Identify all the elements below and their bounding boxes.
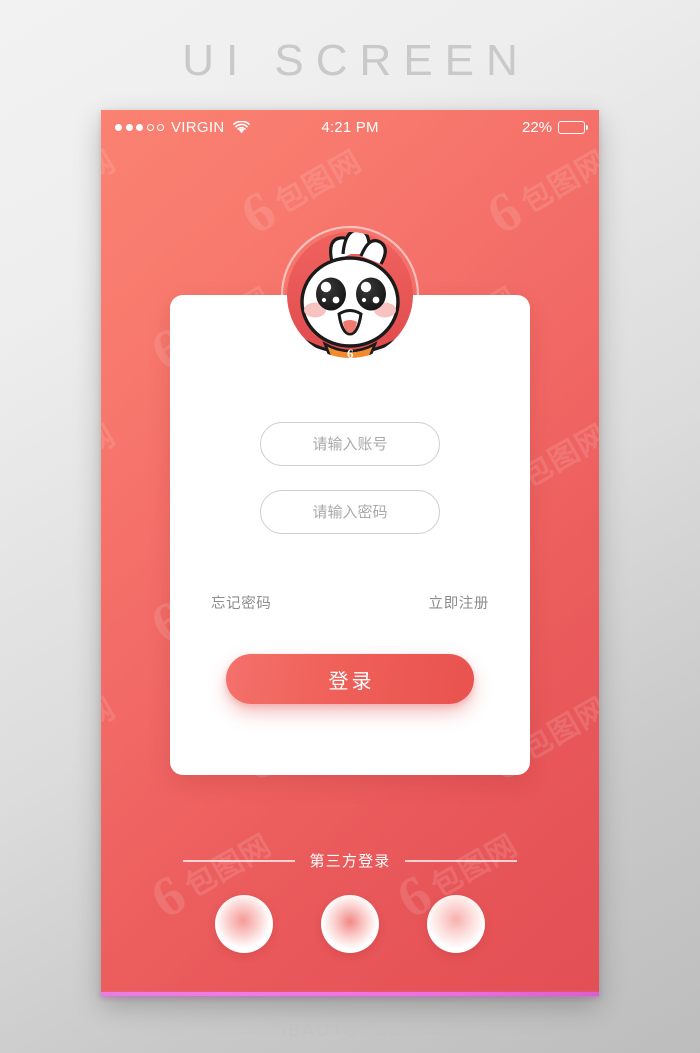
phone-screen: 6包图网6包图网6包图网6包图网6包图网6包图网6包图网6包图网6包图网6包图网… — [101, 110, 599, 996]
register-now-link[interactable]: 立即注册 — [429, 592, 489, 613]
status-bar-right: 22% — [379, 118, 589, 136]
phone-bottom-accent-line — [101, 992, 599, 996]
forgot-password-link[interactable]: 忘记密码 — [211, 592, 271, 613]
login-fields — [170, 422, 530, 558]
status-bar-left: VIRGIN — [115, 119, 321, 136]
account-field[interactable] — [260, 422, 440, 466]
login-button[interactable]: 登录 — [226, 654, 474, 704]
third-party-label: 第三方登录 — [309, 853, 391, 870]
social-login-icon-3[interactable] — [427, 895, 485, 953]
status-bar-clock: 4:21 PM — [321, 118, 379, 136]
site-footer: IBAOTU. COM — [281, 1021, 422, 1040]
social-login-icon-1[interactable] — [215, 895, 273, 953]
divider-line-right — [404, 859, 517, 862]
social-login-buttons — [101, 895, 599, 953]
wifi-icon — [233, 119, 251, 134]
account-input[interactable] — [261, 423, 439, 465]
page-title: UI SCREEN — [182, 36, 530, 85]
svg-text:6: 6 — [347, 346, 354, 361]
signal-strength-icon — [115, 123, 164, 131]
password-input[interactable] — [261, 491, 439, 533]
divider-line-left — [183, 859, 296, 862]
rabbit-mascot-avatar: 6 — [277, 222, 423, 368]
status-bar: VIRGIN 4:21 PM 22% — [101, 110, 599, 144]
social-login-icon-2[interactable] — [321, 895, 379, 953]
third-party-divider: 第三方登录 — [101, 850, 599, 871]
password-field[interactable] — [260, 490, 440, 534]
battery-percent-label: 22% — [521, 118, 553, 136]
helper-links: 忘记密码 立即注册 — [211, 592, 489, 613]
carrier-label: VIRGIN — [171, 118, 225, 136]
battery-icon — [558, 120, 589, 134]
